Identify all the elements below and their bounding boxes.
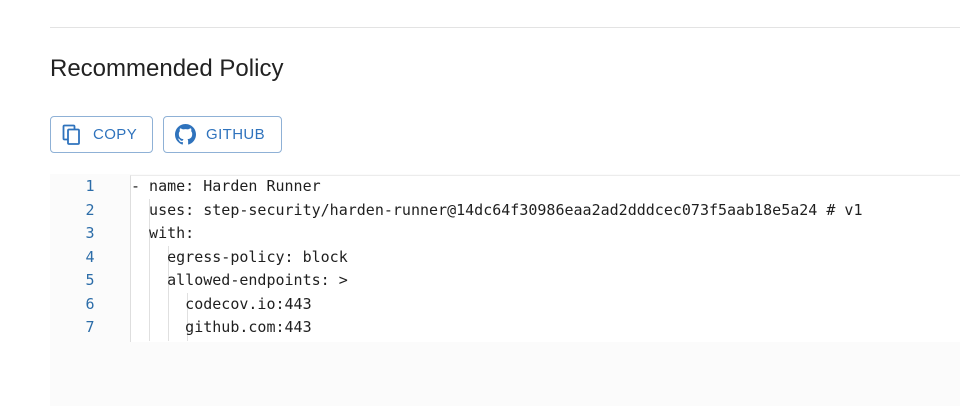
- code-line: github.com:443: [131, 318, 312, 336]
- copy-icon: [61, 124, 83, 146]
- code-line: egress-policy: block: [131, 247, 348, 266]
- code-line: - name: Harden Runner: [131, 177, 321, 195]
- line-number: 5: [85, 271, 95, 289]
- github-button[interactable]: GITHUB: [163, 116, 282, 153]
- line-number: 2: [85, 200, 95, 219]
- code-line: codecov.io:443: [131, 294, 312, 313]
- github-icon: [174, 124, 196, 146]
- code-line: with:: [131, 224, 195, 242]
- line-number: 4: [85, 247, 95, 266]
- copy-button[interactable]: COPY: [50, 116, 153, 153]
- line-number: 7: [85, 318, 95, 336]
- code-content: - name: Harden Runner uses: step-securit…: [131, 175, 863, 340]
- page-title: Recommended Policy: [50, 55, 284, 82]
- line-number: 3: [85, 224, 95, 242]
- github-button-label: GITHUB: [206, 126, 266, 143]
- line-number-gutter: 1 2 3 4 5 6 7: [60, 175, 120, 340]
- code-line: uses: step-security/harden-runner@14dc64…: [131, 200, 863, 219]
- top-divider: [50, 27, 960, 28]
- line-number: 6: [85, 294, 95, 313]
- copy-button-label: COPY: [93, 126, 138, 143]
- code-line: allowed-endpoints: >: [131, 271, 348, 289]
- line-number: 1: [85, 177, 95, 195]
